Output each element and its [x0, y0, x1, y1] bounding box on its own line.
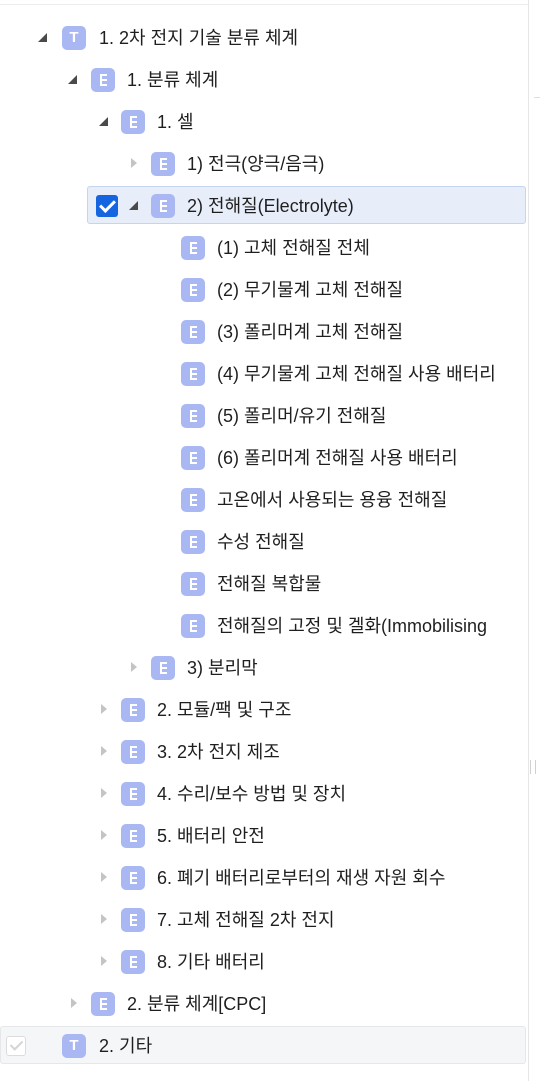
tree-leaf[interactable]: (6) 폴리머계 전해질 사용 배터리: [0, 437, 528, 479]
node-icon: [181, 446, 205, 470]
tree-node-label: 1. 2차 전지 기술 분류 체계: [99, 28, 299, 48]
tree-leaf[interactable]: (5) 폴리머/유기 전해질: [0, 395, 528, 437]
node-icon: [121, 824, 145, 848]
node-icon: [181, 572, 205, 596]
node-icon: [121, 698, 145, 722]
node-icon: [151, 194, 175, 218]
tree-node[interactable]: 6. 폐기 배터리로부터의 재생 자원 회수: [0, 857, 528, 899]
tree-node-label: (5) 폴리머/유기 전해질: [217, 406, 387, 426]
tree-node-label: 전해질 복합물: [217, 574, 322, 594]
node-icon: [151, 656, 175, 680]
node-icon: [181, 488, 205, 512]
collapse-toggle-icon[interactable]: [98, 787, 110, 799]
tree-view: T 1. 2차 전지 기술 분류 체계 1. 분류 체계 1. 셀 1) 전극(…: [0, 17, 528, 1067]
node-icon: [181, 362, 205, 386]
tree-node-label: 1) 전극(양극/음극): [187, 154, 325, 174]
tree-node-root-other[interactable]: T 2. 기타: [0, 1025, 528, 1067]
tree-node-label: 전해질의 고정 및 겔화(Immobilising: [217, 616, 488, 636]
tree-node-label: 2) 전해질(Electrolyte): [187, 196, 354, 216]
tree-node-label: (2) 무기물계 고체 전해질: [217, 280, 404, 300]
collapse-toggle-icon[interactable]: [98, 745, 110, 757]
expand-toggle-icon[interactable]: [128, 199, 140, 211]
collapse-toggle-icon[interactable]: [98, 703, 110, 715]
tree-leaf[interactable]: (1) 고체 전해질 전체: [0, 227, 528, 269]
tree-node-label: (3) 폴리머계 고체 전해질: [217, 322, 404, 342]
node-icon: [91, 992, 115, 1016]
tree-node-label: 3) 분리막: [187, 658, 258, 678]
tree-leaf[interactable]: (4) 무기물계 고체 전해질 사용 배터리: [0, 353, 528, 395]
tree-node-label: 2. 모듈/팩 및 구조: [157, 700, 292, 720]
tree-node-label: 7. 고체 전해질 2차 전지: [157, 910, 335, 930]
node-icon: [181, 236, 205, 260]
tree-node-root-classification[interactable]: T 1. 2차 전지 기술 분류 체계: [0, 17, 528, 59]
checkbox-icon[interactable]: [6, 1036, 26, 1056]
tree-node[interactable]: 3) 분리막: [0, 647, 528, 689]
node-icon: [91, 68, 115, 92]
root-t-icon: T: [62, 26, 86, 50]
node-icon: [121, 950, 145, 974]
tree-leaf[interactable]: 전해질의 고정 및 겔화(Immobilising: [0, 605, 528, 647]
node-icon: [121, 908, 145, 932]
tree-node-label: 2. 분류 체계[CPC]: [127, 994, 267, 1014]
tree-node[interactable]: 1. 셀: [0, 101, 528, 143]
tree-leaf[interactable]: (2) 무기물계 고체 전해질: [0, 269, 528, 311]
tree-node-label: 6. 폐기 배터리로부터의 재생 자원 회수: [157, 868, 446, 888]
tree-leaf[interactable]: 수성 전해질: [0, 521, 528, 563]
node-icon: [181, 530, 205, 554]
tree-node-label: 수성 전해질: [217, 532, 305, 552]
tree-node[interactable]: 4. 수리/보수 방법 및 장치: [0, 773, 528, 815]
tree-node-label: 3. 2차 전지 제조: [157, 742, 280, 762]
node-icon: [121, 740, 145, 764]
collapse-toggle-icon[interactable]: [98, 955, 110, 967]
tree-node-label: 8. 기타 배터리: [157, 952, 265, 972]
tree-node[interactable]: 2. 분류 체계[CPC]: [0, 983, 528, 1025]
node-icon: [181, 614, 205, 638]
tree-node-label: 1. 셀: [157, 112, 194, 132]
tree-node[interactable]: 8. 기타 배터리: [0, 941, 528, 983]
tree-node-label: (4) 무기물계 고체 전해질 사용 배터리: [217, 364, 496, 384]
tree-leaf[interactable]: 고온에서 사용되는 용융 전해질: [0, 479, 528, 521]
adjacent-panel-edge: [534, 97, 540, 98]
tree-node[interactable]: 1. 분류 체계: [0, 59, 528, 101]
tree-node-label: 1. 분류 체계: [127, 70, 219, 90]
collapse-toggle-icon[interactable]: [98, 913, 110, 925]
tree-node-label: 고온에서 사용되는 용융 전해질: [217, 490, 448, 510]
tree-node-label: (1) 고체 전해질 전체: [217, 238, 370, 258]
expand-toggle-icon[interactable]: [67, 73, 79, 85]
tree-node[interactable]: 7. 고체 전해질 2차 전지: [0, 899, 528, 941]
collapse-toggle-icon[interactable]: [68, 997, 80, 1009]
tree-node-label: 5. 배터리 안전: [157, 826, 265, 846]
tree-node[interactable]: 5. 배터리 안전: [0, 815, 528, 857]
panel-divider: [528, 0, 529, 1081]
checkbox-checked-icon[interactable]: [96, 195, 118, 217]
node-icon: [121, 782, 145, 806]
node-icon: [181, 404, 205, 428]
node-icon: [151, 152, 175, 176]
expand-toggle-icon[interactable]: [37, 31, 49, 43]
tree-node-label: 4. 수리/보수 방법 및 장치: [157, 784, 347, 804]
node-icon: [181, 278, 205, 302]
root-t-icon: T: [62, 1034, 86, 1058]
node-icon: [121, 110, 145, 134]
collapse-toggle-icon[interactable]: [98, 829, 110, 841]
top-border: [0, 0, 528, 5]
collapse-toggle-icon[interactable]: [128, 157, 140, 169]
node-icon: [181, 320, 205, 344]
tree-node-label: 2. 기타: [99, 1036, 153, 1056]
splitter-grip[interactable]: [530, 760, 536, 774]
tree-node[interactable]: 1) 전극(양극/음극): [0, 143, 528, 185]
tree-node-selected[interactable]: 2) 전해질(Electrolyte): [0, 185, 528, 227]
collapse-toggle-icon[interactable]: [128, 661, 140, 673]
tree-leaf[interactable]: 전해질 복합물: [0, 563, 528, 605]
tree-node-label: (6) 폴리머계 전해질 사용 배터리: [217, 448, 458, 468]
expand-toggle-icon[interactable]: [98, 115, 110, 127]
tree-leaf[interactable]: (3) 폴리머계 고체 전해질: [0, 311, 528, 353]
tree-node[interactable]: 3. 2차 전지 제조: [0, 731, 528, 773]
node-icon: [121, 866, 145, 890]
tree-node[interactable]: 2. 모듈/팩 및 구조: [0, 689, 528, 731]
collapse-toggle-icon[interactable]: [98, 871, 110, 883]
